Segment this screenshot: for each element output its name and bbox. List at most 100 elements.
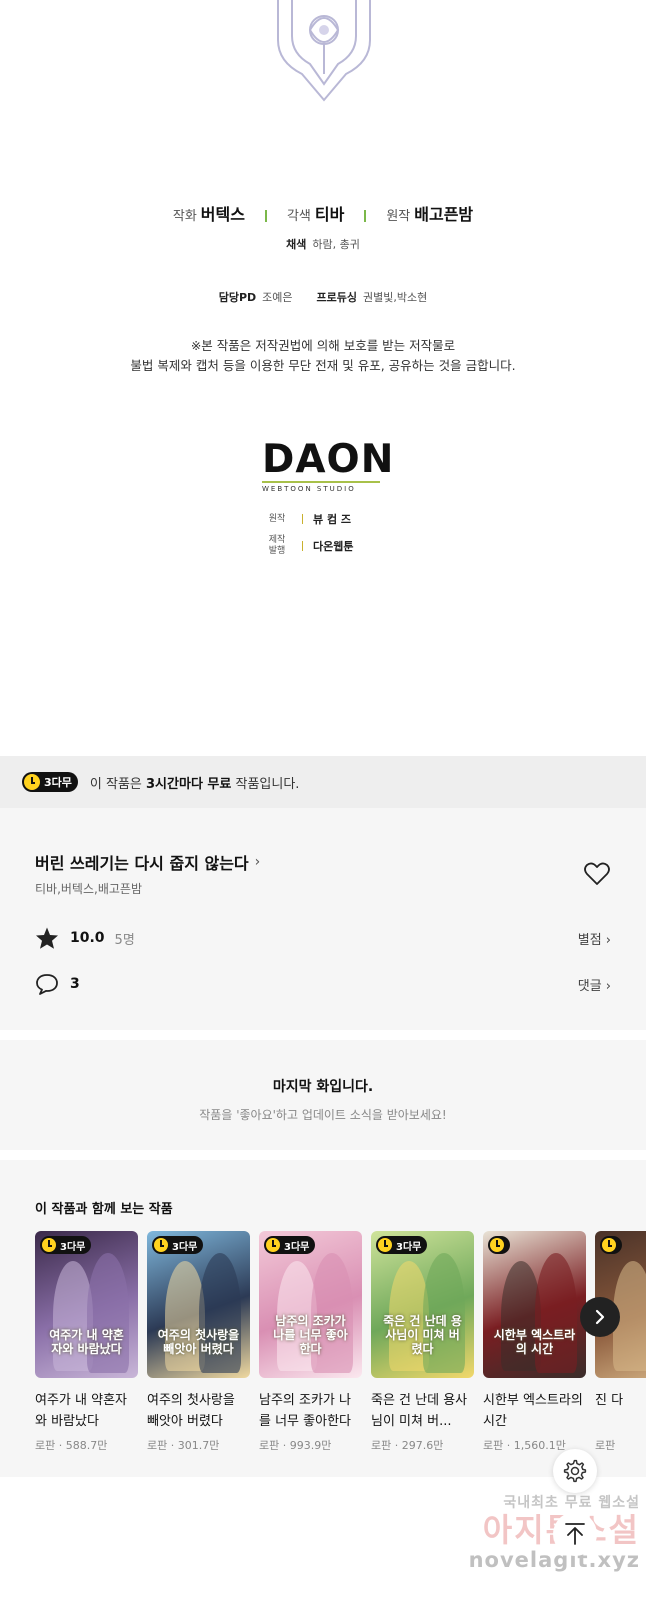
publisher-info: 원작 뷰 컴 즈 제작 발행 다온웹툰 [262,511,354,565]
cover-title: 여주가 내 약혼자와 바람났다 [49,1328,124,1356]
rating-row: 10.0 5명 별점 › [35,926,611,950]
recommendation-meta: 로판 · 301.7만 [147,1439,220,1452]
publisher-name: 다온웹툰 [313,540,354,553]
last-episode-title: 마지막 화입니다. [272,1079,374,1095]
clock-icon [154,1238,168,1252]
credits-color: 채색 하람, 총귀 [0,236,646,252]
clock-icon [266,1238,280,1252]
work-title: 버린 쓰레기는 다시 줍지 않는다 [35,854,249,873]
recommendation-card[interactable]: 시한부 엑스트라의 시간 시한부 엑스트라의 시간 로판 · 1,560.1만 [483,1231,586,1453]
copyright-notice: ※본 작품은 저작권법에 의해 보호를 받는 저작물로 불법 복제와 캡처 등을… [0,336,646,376]
clock-icon [602,1238,616,1252]
recommendation-cover: 3다무여주의 첫사랑을 빼앗아 버렸다 [147,1231,250,1378]
publisher-name: 뷰 컴 즈 [313,513,352,526]
divider [302,514,303,524]
pd-name: 조예은 [262,291,293,304]
comment-row: 3 댓글 › [35,972,611,996]
original-name: 배고픈밤 [414,205,474,224]
clock-icon [490,1238,504,1252]
recommendation-title: 진 다 [595,1393,624,1408]
cover-title: 여주의 첫사랑을 빼앗아 버렸다 [157,1328,240,1356]
rating-link[interactable]: 별점 › [578,929,611,948]
chevron-right-icon: › [254,854,261,870]
credits-staff: 담당PD 조예은 프로듀싱 권별빛,박소현 [0,289,646,305]
watermark: 국내최초 무료 웹소설 아지툰소설 novelagit.xyz [440,1492,640,1572]
wait-free-badge: 3다무 [152,1236,204,1254]
studio-logo-word: DAON [262,437,395,482]
free-banner-text: 이 작품은 3시간마다 무료 작품입니다. [89,776,300,792]
comment-icon [36,974,58,995]
recommendation-cover: 3다무여주가 내 약혼자와 바람났다 [35,1231,138,1378]
producing-role: 프로듀싱 [316,291,358,304]
wait-free-badge: 3다무 [40,1236,92,1254]
publisher-row: 제작 발행 다온웹툰 [262,535,354,557]
recommendation-meta: 로판 · 297.6만 [371,1439,444,1452]
wait-free-badge: 3다무 [376,1236,428,1254]
studio-logo: DAON WEBTOON STUDIO [262,437,395,493]
recommendation-title: 여주의 첫사랑을 빼앗아 버렸다 [147,1393,235,1429]
arrow-up-icon [565,1523,585,1545]
decorative-ornament [277,0,371,102]
clock-icon [42,1238,56,1252]
art-name: 버텍스 [200,205,245,224]
original-role: 원작 [386,209,411,224]
story-role: 각색 [286,209,311,224]
divider [302,541,303,551]
cover-title: 시한부 엑스트라의 시간 [493,1328,576,1356]
recommendation-card[interactable]: 3다무남주의 조카가 나를 너무 좋아한다 남주의 조카가 나를 너무 좋아한다로… [259,1231,362,1453]
next-arrow-button[interactable] [580,1297,620,1337]
last-episode-subtitle: 작품을 '좋아요'하고 업데이트 소식을 받아보세요! [199,1108,447,1122]
recommendation-list: 3다무 여주가 내 약혼자와 바람났다 여주가 내 약혼자와 바람났다 로판 · 58… [35,1231,646,1453]
comment-link[interactable]: 댓글 › [578,975,611,994]
recommendation-title: 시한부 엑스트라의 시간 [483,1393,583,1429]
last-episode-notice: 마지막 화입니다. 작품을 '좋아요'하고 업데이트 소식을 받아보세요! [0,1040,646,1150]
publisher-row: 원작 뷰 컴 즈 [262,511,353,527]
recommendation-cover: 3다무죽은 건 난데 용사님이 미쳐 버렸다 [371,1231,474,1378]
publisher-role: 제작 발행 [268,535,286,556]
divider [264,209,267,222]
recommendations: 이 작품과 함께 보는 작품 3다무 여주가 내 약혼자와 바람났다 여주가 내 약… [0,1160,646,1477]
recommendation-meta: 로판 · 588.7만 [35,1439,108,1452]
rating-value: 10.0 [70,930,105,946]
cover-title: 죽은 건 난데 용사님이 미쳐 버렸다 [383,1314,462,1356]
recommendation-card[interactable]: 3다무 여주가 내 약혼자와 바람났다 여주가 내 약혼자와 바람났다 로판 · 58… [35,1231,138,1453]
star-icon [36,927,58,949]
recommendation-card[interactable]: 3다무 여주의 첫사랑을 빼앗아 버렸다 여주의 첫사랑을 빼앗아 버렸다 로판 · … [147,1231,250,1453]
rating-count: 5명 [114,932,135,948]
color-names: 하람, 총귀 [312,238,360,251]
wait-free-badge: 3다무 [264,1236,316,1254]
work-info: 버린 쓰레기는 다시 줍지 않는다 › 티바,버텍스,배고픈밤 10.0 5명 별… [0,808,646,1030]
recommendation-title: 여주가 내 약혼자와 바람났다 [35,1393,127,1429]
recommendation-cover: 3다무남주의 조카가 나를 너무 좋아한다 [259,1231,362,1378]
recommendation-cover: 시한부 엑스트라의 시간 [483,1231,586,1378]
copyright-line: 불법 복제와 캡처 등을 이용한 무단 전재 및 유포, 공유하는 것을 금합니… [130,358,516,373]
clock-badge [488,1236,510,1254]
clock-icon [24,774,40,790]
chevron-right-icon [595,1309,605,1325]
scroll-top-button[interactable] [553,1512,597,1556]
recommendation-card[interactable]: 진 다로판 [595,1231,646,1453]
story-name: 티바 [314,205,345,224]
art-role: 작화 [172,209,197,224]
recommendation-title: 죽은 건 난데 용사님이 미쳐 버... [371,1393,468,1429]
recommendation-meta: 로판 [595,1439,616,1452]
work-title-link[interactable]: 버린 쓰레기는 다시 줍지 않는다 › [35,850,260,874]
divider [364,209,367,222]
clock-icon [378,1238,392,1252]
recommendation-meta: 로판 · 993.9만 [259,1439,332,1452]
watermark-line: 국내최초 무료 웹소설 [503,1495,640,1511]
color-role: 채색 [286,238,307,251]
wait-free-badge: 3다무 [22,772,78,792]
cover-title: 남주의 조카가 나를 너무 좋아한다 [273,1314,348,1356]
heart-outline-icon[interactable] [584,862,610,886]
settings-button[interactable] [553,1449,597,1493]
recommendation-card[interactable]: 3다무죽은 건 난데 용사님이 미쳐 버렸다죽은 건 난데 용사님이 미쳐 버.… [371,1231,474,1453]
clock-badge [600,1236,622,1254]
studio-logo-sub: WEBTOON STUDIO [262,485,356,493]
gear-icon [563,1459,587,1483]
watermark-line: novelagit.xyz [468,1548,640,1572]
comment-count: 3 [70,976,80,992]
work-authors: 티바,버텍스,배고픈밤 [35,882,142,896]
recommendations-title: 이 작품과 함께 보는 작품 [35,1202,173,1217]
watermark-line: 아지툰소설 [440,1512,640,1548]
